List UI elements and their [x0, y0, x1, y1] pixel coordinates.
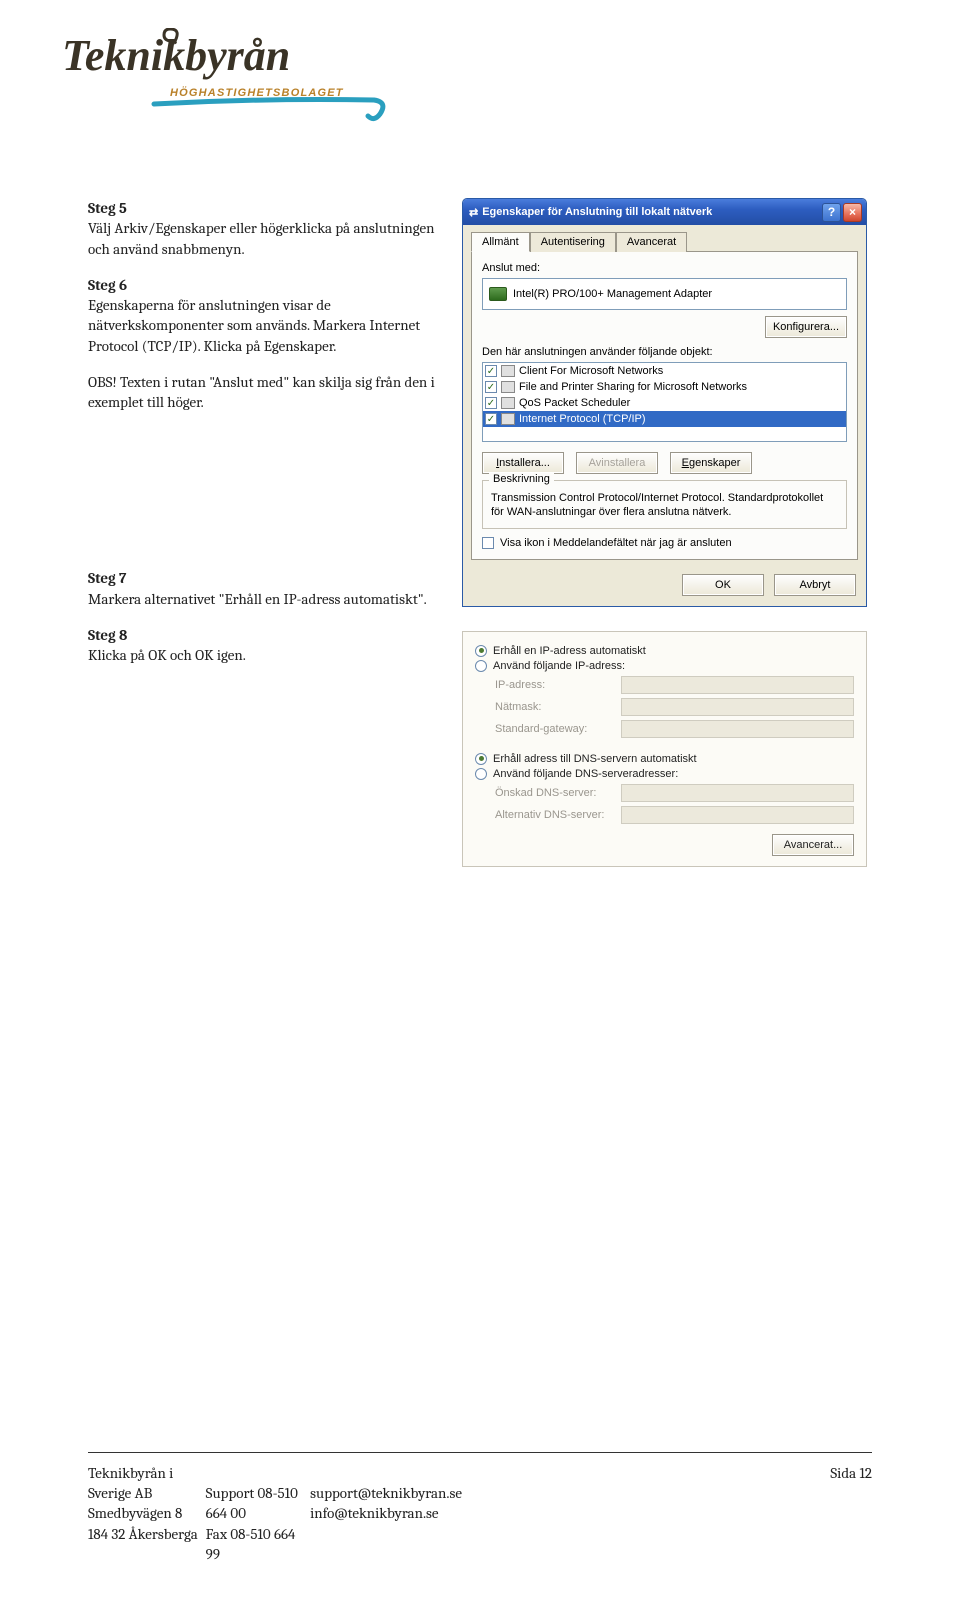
tray-label: Visa ikon i Meddelandefältet när jag är … [500, 537, 732, 549]
page-footer: Teknikbyrån i Sverige AB Smedbyvägen 8 1… [88, 1452, 872, 1564]
step6-body2: OBS! Texten i rutan "Anslut med" kan ski… [88, 373, 435, 411]
footer-fax: Fax 08-510 664 99 [206, 1524, 310, 1565]
step8-title: Steg 8 [88, 626, 127, 644]
gw-label: Standard-gateway: [495, 723, 615, 735]
components-list[interactable]: ✓ Client For Microsoft Networks ✓ File a… [482, 362, 847, 442]
radio-auto-dns-label: Erhåll adress till DNS-servern automatis… [493, 753, 697, 765]
footer-support: Support 08-510 664 00 [206, 1483, 310, 1524]
radio-auto-dns[interactable] [475, 753, 487, 765]
checkbox-icon[interactable]: ✓ [485, 413, 497, 425]
dns2-field [621, 806, 854, 824]
tab-auth[interactable]: Autentisering [530, 232, 616, 252]
adapter-name: Intel(R) PRO/100+ Management Adapter [513, 288, 712, 300]
properties-button[interactable]: Egenskaper [670, 452, 752, 474]
checkbox-icon[interactable]: ✓ [485, 365, 497, 377]
dns1-field [621, 784, 854, 802]
adapter-icon [489, 287, 507, 301]
list-item-selected: ✓ Internet Protocol (TCP/IP) [483, 411, 846, 427]
close-button[interactable]: × [843, 203, 862, 222]
logo: Teknikbyrån HÖGHASTIGHETSBOLAGET [58, 28, 872, 128]
step8-body: Klicka på OK och OK igen. [88, 646, 246, 664]
description-text: Transmission Control Protocol/Internet P… [491, 491, 838, 520]
checkbox-icon[interactable]: ✓ [485, 397, 497, 409]
footer-addr1: Smedbyvägen 8 [88, 1503, 206, 1523]
uninstall-button: Avinstallera [576, 452, 658, 474]
description-group: Beskrivning Transmission Control Protoco… [482, 480, 847, 529]
footer-addr2: 184 32 Åkersberga [88, 1524, 206, 1544]
component-icon [501, 381, 515, 393]
help-button[interactable]: ? [822, 203, 841, 222]
radio-manual-ip-label: Använd följande IP-adress: [493, 660, 625, 672]
step5-title: Steg 5 [88, 199, 127, 217]
ip-field [621, 676, 854, 694]
step6-body1: Egenskaperna för anslutningen visar de n… [88, 296, 420, 355]
description-legend: Beskrivning [489, 473, 554, 485]
step7-title: Steg 7 [88, 569, 126, 587]
component-icon [501, 413, 515, 425]
component-icon [501, 365, 515, 377]
tab-advanced[interactable]: Avancerat [616, 232, 687, 252]
footer-company: Teknikbyrån i Sverige AB [88, 1463, 206, 1504]
ok-button[interactable]: OK [682, 574, 764, 596]
step5-body: Välj Arkiv/Egenskaper eller högerklicka … [88, 219, 435, 257]
footer-email1: support@teknikbyran.se [310, 1483, 462, 1503]
radio-manual-ip[interactable] [475, 660, 487, 672]
radio-manual-dns-label: Använd följande DNS-serveradresser: [493, 768, 678, 780]
mask-field [621, 698, 854, 716]
component-icon [501, 397, 515, 409]
tab-general[interactable]: Allmänt [471, 232, 530, 252]
footer-page: Sida 12 [462, 1463, 872, 1483]
gw-field [621, 720, 854, 738]
tray-checkbox[interactable]: ✓ [482, 537, 494, 549]
list-item: ✓ Client For Microsoft Networks [483, 363, 846, 379]
ip-settings-panel: Erhåll en IP-adress automatiskt Använd f… [462, 631, 867, 867]
radio-auto-ip-label: Erhåll en IP-adress automatiskt [493, 645, 646, 657]
list-item: ✓ QoS Packet Scheduler [483, 395, 846, 411]
list-item: ✓ File and Printer Sharing for Microsoft… [483, 379, 846, 395]
mask-label: Nätmask: [495, 701, 615, 713]
checkbox-icon[interactable]: ✓ [485, 381, 497, 393]
step7-body: Markera alternativet "Erhåll en IP-adres… [88, 590, 427, 608]
adapter-box: Intel(R) PRO/100+ Management Adapter [482, 278, 847, 310]
uses-label: Den här anslutningen använder följande o… [482, 346, 847, 358]
install-button[interactable]: IInstallera...nstallera... [482, 452, 564, 474]
properties-dialog: ⇄ Egenskaper för Anslutning till lokalt … [462, 198, 867, 607]
footer-email2: info@teknikbyran.se [310, 1503, 462, 1523]
configure-button[interactable]: Konfigurera... [765, 316, 847, 338]
dns2-label: Alternativ DNS-server: [495, 809, 615, 821]
ip-label: IP-adress: [495, 679, 615, 691]
dialog-title: Egenskaper för Anslutning till lokalt nä… [482, 206, 712, 218]
radio-manual-dns[interactable] [475, 768, 487, 780]
connect-with-label: Anslut med: [482, 262, 847, 274]
advanced-button[interactable]: Avancerat... [772, 834, 854, 856]
radio-auto-ip[interactable] [475, 645, 487, 657]
dns1-label: Önskad DNS-server: [495, 787, 615, 799]
step6-title: Steg 6 [88, 276, 127, 294]
cancel-button[interactable]: Avbryt [774, 574, 856, 596]
